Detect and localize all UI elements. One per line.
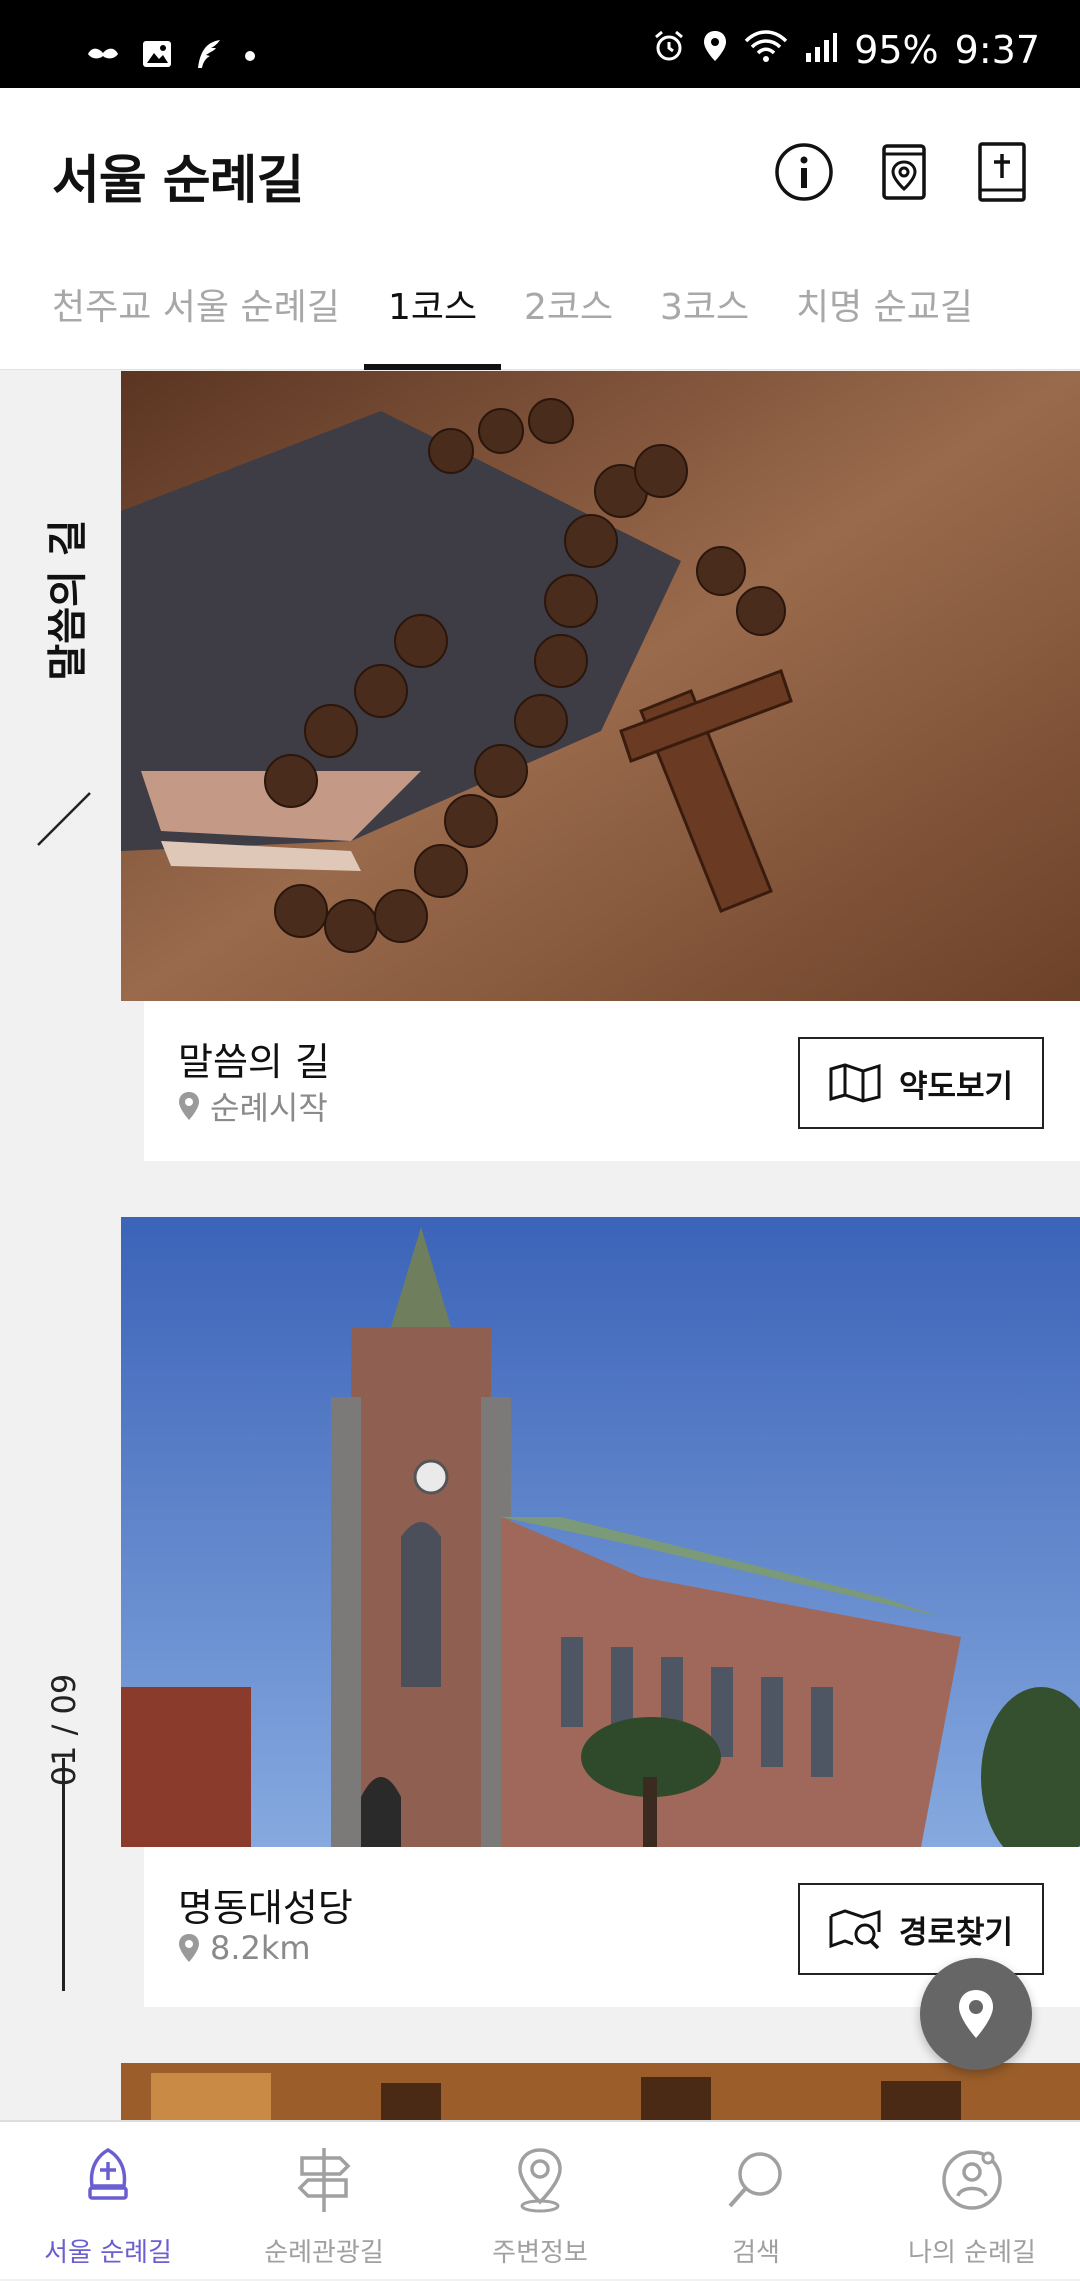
search-icon xyxy=(728,2152,782,2208)
nav-label: 순례관광길 xyxy=(264,2238,384,2268)
nav-label: 서울 순례길 xyxy=(44,2238,172,2268)
nav-label: 나의 순례길 xyxy=(908,2238,1036,2268)
bottom-navigation: 서울 순례길 순례관광길 주변정보 검색 나의 순례길 xyxy=(0,2120,1080,2279)
location-pin-icon xyxy=(959,1990,993,2038)
profile-icon xyxy=(942,2150,1002,2210)
course-card-start: 말씀의 길 순례시작 약도보기 xyxy=(144,1001,1080,1161)
tab-course-1[interactable]: 1코스 xyxy=(363,268,502,370)
pin-icon xyxy=(179,1934,199,1962)
route-search-icon xyxy=(829,1909,881,1950)
alarm-icon xyxy=(652,28,686,72)
clock-text: 9:37 xyxy=(954,28,1040,72)
find-route-button[interactable]: 경로찾기 xyxy=(798,1883,1044,1975)
bishop-mitre-icon xyxy=(88,2147,128,2200)
pilgrim-passport-button[interactable] xyxy=(872,140,936,204)
nav-pilgrim-tour[interactable]: 순례관광길 xyxy=(216,2122,432,2281)
page-title: 서울 순례길 xyxy=(52,151,304,211)
nav-seoul-pilgrimage[interactable]: 서울 순례길 xyxy=(0,2122,216,2281)
signpost-icon xyxy=(297,2148,351,2212)
mustache-notification-icon xyxy=(86,44,120,68)
nav-label: 검색 xyxy=(732,2238,780,2268)
signal-icon xyxy=(804,28,838,72)
status-bar: 95% 9:37 xyxy=(0,0,1080,88)
progress-line xyxy=(62,1758,65,1991)
feather-notification-icon xyxy=(194,38,222,74)
battery-text: 95% xyxy=(854,28,939,72)
tab-martyr-path[interactable]: 치명 순교길 xyxy=(796,268,973,370)
nav-nearby-info[interactable]: 주변정보 xyxy=(432,2122,648,2281)
info-icon xyxy=(775,143,833,201)
card-subtitle: 8.2km xyxy=(178,1929,311,1967)
next-course-photo[interactable] xyxy=(121,2063,1080,2120)
location-pin-icon xyxy=(518,2148,562,2213)
nav-my-pilgrimage[interactable]: 나의 순례길 xyxy=(864,2122,1080,2281)
info-button[interactable] xyxy=(772,140,836,204)
card-title: 말씀의 길 xyxy=(178,1040,330,1084)
rosary-bible-photo[interactable] xyxy=(121,371,1080,1001)
card-title: 명동대성당 xyxy=(178,1886,353,1930)
app-header: 서울 순례길 천주교 서울 순례길 1코스 2코스 3코스 치명 순교길 xyxy=(0,88,1080,370)
view-map-button[interactable]: 약도보기 xyxy=(798,1037,1044,1129)
my-location-button[interactable] xyxy=(920,1958,1032,2070)
nav-search[interactable]: 검색 xyxy=(648,2122,864,2281)
pin-icon xyxy=(179,1092,199,1120)
course-tabs: 천주교 서울 순례길 1코스 2코스 3코스 치명 순교길 xyxy=(0,268,1080,370)
tab-seoul-pilgrimage[interactable]: 천주교 서울 순례길 xyxy=(52,268,340,370)
nav-label: 주변정보 xyxy=(492,2238,588,2268)
tab-course-2[interactable]: 2코스 xyxy=(524,268,613,370)
card-subtitle: 순례시작 xyxy=(178,1083,328,1129)
course-section-title: 말씀의 길 xyxy=(45,519,91,681)
gallery-notification-icon xyxy=(142,39,172,73)
page-indicator: 01 / 09 xyxy=(45,1673,83,1787)
bible-icon xyxy=(978,142,1026,202)
bible-button[interactable] xyxy=(970,140,1034,204)
tab-course-3[interactable]: 3코스 xyxy=(660,268,749,370)
wifi-icon xyxy=(744,28,788,72)
location-status-icon xyxy=(702,28,728,72)
myeongdong-cathedral-photo[interactable] xyxy=(121,1217,1080,1847)
passport-location-icon xyxy=(882,144,926,200)
slash-divider xyxy=(37,792,91,846)
map-icon xyxy=(829,1063,881,1103)
more-notifications-dot-icon xyxy=(244,47,256,66)
